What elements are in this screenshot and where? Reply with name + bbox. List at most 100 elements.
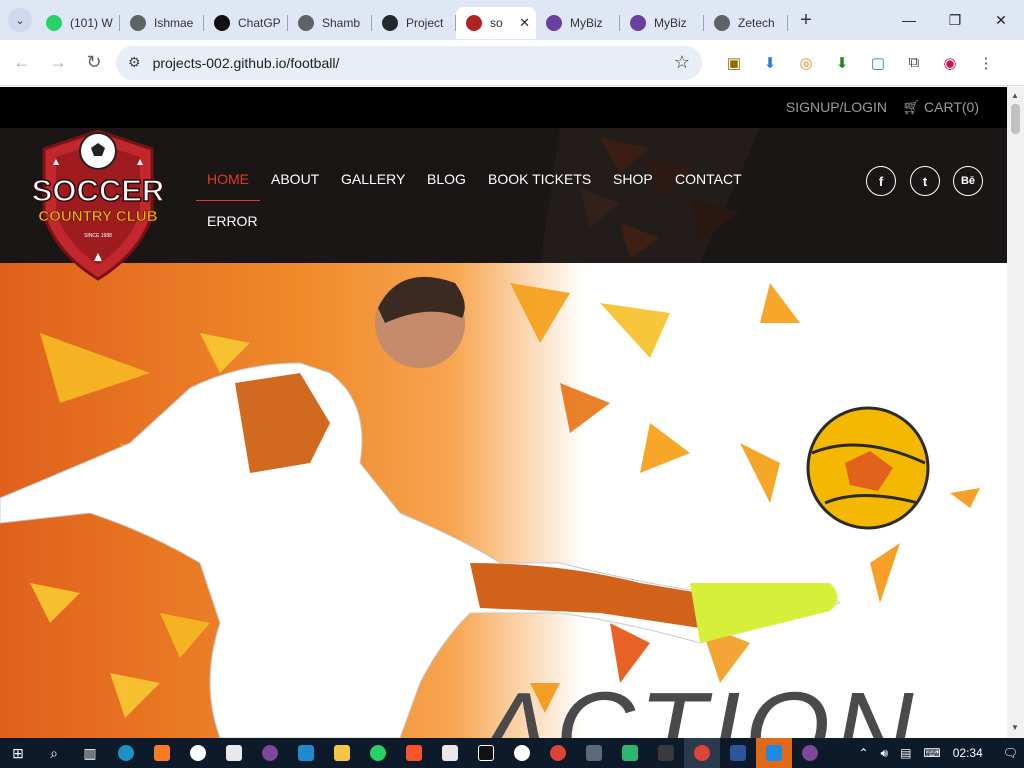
extension-screen-icon[interactable]: ▢ (860, 45, 896, 81)
address-bar[interactable]: ⚙ projects-002.github.io/football/ ☆ (116, 45, 702, 80)
hero-headline: ACTION (478, 670, 918, 738)
close-window-button[interactable]: ✕ (978, 0, 1024, 40)
new-tab-button[interactable]: + (792, 6, 820, 34)
minimize-button[interactable]: — (886, 0, 932, 40)
news-icon[interactable] (432, 738, 468, 768)
nav-error[interactable]: ERROR (207, 213, 258, 229)
windows-start-icon[interactable]: ⊞ (0, 738, 36, 768)
cart-link[interactable]: 🛒︎ CART(0) (902, 99, 979, 116)
twitter-icon[interactable]: t (910, 166, 940, 196)
app-store-icon[interactable] (756, 738, 792, 768)
tor-browser-icon[interactable] (792, 738, 828, 768)
extension-download-icon[interactable]: ⬇ (752, 45, 788, 81)
browser-tab[interactable]: so ✕ (456, 7, 536, 39)
tab-title: MyBiz (570, 16, 603, 30)
hero-image (0, 276, 980, 738)
close-tab-icon[interactable]: ✕ (519, 15, 530, 31)
word-icon[interactable] (720, 738, 756, 768)
logo-title: SOCCER (32, 173, 165, 208)
behance-icon[interactable]: Bē (953, 166, 983, 196)
edge-icon[interactable] (108, 738, 144, 768)
tiktok-icon[interactable] (468, 738, 504, 768)
network-app-icon[interactable] (648, 738, 684, 768)
mybiz-icon (546, 15, 562, 31)
volume-icon[interactable]: 🔊︎ (881, 746, 889, 761)
nav-shop[interactable]: SHOP (613, 171, 653, 187)
browser-tab[interactable]: (101) W (36, 7, 120, 39)
cart-label: CART(0) (924, 99, 979, 115)
chrome-active-icon[interactable] (684, 738, 720, 768)
nav-book-tickets[interactable]: BOOK TICKETS (488, 171, 591, 187)
tab-title: Project (406, 16, 444, 30)
scroll-up-arrow[interactable]: ▲ (1011, 91, 1019, 100)
vscode-icon[interactable] (288, 738, 324, 768)
network-icon[interactable]: ▤ (900, 746, 911, 760)
extension-green-download-icon[interactable]: ⬇ (824, 45, 860, 81)
extension-box-icon[interactable]: ◎ (788, 45, 824, 81)
forward-button[interactable]: → (40, 45, 76, 81)
clock[interactable]: 02:34 (953, 746, 983, 760)
facebook-icon[interactable]: f (866, 166, 896, 196)
globe-icon (714, 15, 730, 31)
signup-login-link[interactable]: SIGNUP/LOGIN (786, 99, 887, 115)
soccer-club-logo[interactable]: SOCCER COUNTRY CLUB SINCE 1988 (30, 125, 166, 281)
keyboard-icon[interactable]: ⌨ (923, 746, 940, 760)
whatsapp-icon (46, 15, 62, 31)
tab-title: Ishmae (154, 16, 194, 30)
brave-icon[interactable] (396, 738, 432, 768)
hero-banner: ACTION (0, 263, 1007, 738)
whatsapp-app-icon[interactable] (180, 738, 216, 768)
tab-search-button[interactable]: ⌄ (8, 8, 32, 32)
nav-contact[interactable]: CONTACT (675, 171, 742, 187)
extension-folder-icon[interactable]: ▣ (716, 45, 752, 81)
tor-icon[interactable] (252, 738, 288, 768)
system-tray: ⌃ 🔊︎ ▤ ⌨ 02:34 🗨︎ (852, 738, 1024, 768)
soccer-club-icon (466, 15, 482, 31)
chrome-icon[interactable] (540, 738, 576, 768)
github-desktop-icon[interactable] (504, 738, 540, 768)
extensions-puzzle-icon[interactable]: ⧉ (896, 45, 932, 81)
tab-title: MyBiz (654, 16, 687, 30)
maltego-icon[interactable] (612, 738, 648, 768)
site-info-icon[interactable]: ⚙ (128, 54, 141, 71)
browser-tab[interactable]: MyBiz (620, 7, 704, 39)
notifications-icon[interactable]: 🗨︎ (1003, 746, 1018, 760)
task-view-icon[interactable]: ▥ (72, 738, 108, 768)
file-explorer-icon[interactable] (324, 738, 360, 768)
scrollbar-thumb[interactable] (1011, 104, 1020, 134)
browser-tab[interactable]: ChatGP (204, 7, 288, 39)
store-icon[interactable] (216, 738, 252, 768)
tab-title: Zetech (738, 16, 775, 30)
nav-blog[interactable]: BLOG (427, 171, 466, 187)
nav-gallery[interactable]: GALLERY (341, 171, 405, 187)
bookmark-star-icon[interactable]: ☆ (674, 52, 690, 73)
search-icon[interactable]: ⌕ (36, 738, 72, 768)
browser-tab[interactable]: Project (372, 7, 456, 39)
scroll-down-arrow[interactable]: ▼ (1011, 723, 1019, 732)
site-top-bar: SIGNUP/LOGIN 🛒︎ CART(0) (0, 87, 1007, 128)
mybiz-icon (630, 15, 646, 31)
tray-overflow-icon[interactable]: ⌃ (858, 746, 868, 760)
reload-button[interactable]: ↻ (76, 45, 112, 81)
back-button[interactable]: ← (4, 45, 40, 81)
url-text[interactable]: projects-002.github.io/football/ (153, 55, 674, 71)
browser-tab-strip: ⌄ (101) W Ishmae ChatGP Shamb Project so ✕ MyBi… (0, 0, 1024, 40)
maximize-button[interactable]: ❐ (932, 0, 978, 40)
tab-title: ChatGP (238, 16, 281, 30)
browser-menu-icon[interactable]: ⋮ (968, 45, 1004, 81)
browser-tab[interactable]: Shamb (288, 7, 372, 39)
nav-active-underline (196, 200, 260, 201)
browser-tab[interactable]: MyBiz (536, 7, 620, 39)
page-scrollbar[interactable]: ▲ ▼ (1007, 87, 1024, 738)
profile-avatar[interactable]: ◉ (932, 45, 968, 81)
browser-tab[interactable]: Ishmae (120, 7, 204, 39)
whatsapp-desktop-icon[interactable] (360, 738, 396, 768)
openai-icon (214, 15, 230, 31)
extensions-area: ▣ ⬇ ◎ ⬇ ▢ ⧉ ◉ ⋮ (716, 45, 1004, 81)
browser-tab[interactable]: Zetech (704, 7, 788, 39)
terminal-icon[interactable] (576, 738, 612, 768)
nav-home[interactable]: HOME (207, 171, 249, 187)
webpage-viewport: SIGNUP/LOGIN 🛒︎ CART(0) HOME ABOUT GALLE… (0, 87, 1007, 738)
nav-about[interactable]: ABOUT (271, 171, 319, 187)
xampp-icon[interactable] (144, 738, 180, 768)
